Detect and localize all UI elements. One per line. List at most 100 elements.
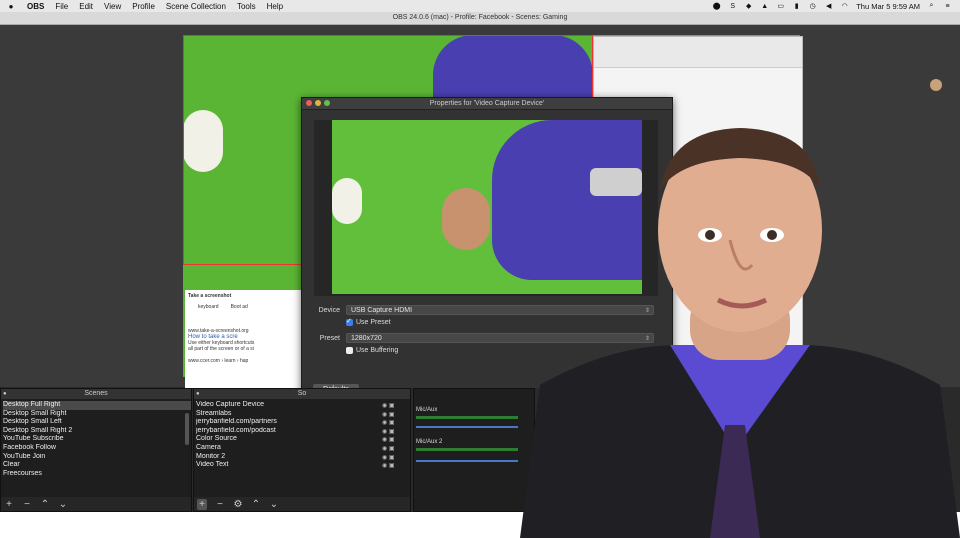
menu-tools[interactable]: Tools bbox=[237, 2, 256, 11]
time-machine-icon[interactable]: ◷ bbox=[808, 2, 817, 10]
source-label: Video Text bbox=[196, 461, 229, 469]
snippet-url-2: www.ccer.com › learn › hap bbox=[188, 358, 249, 364]
menu-scene-collection[interactable]: Scene Collection bbox=[166, 2, 226, 11]
add-source-button[interactable]: + bbox=[197, 498, 207, 510]
remove-scene-button[interactable]: − bbox=[22, 499, 32, 510]
scene-item[interactable]: Freecourses bbox=[3, 470, 191, 479]
avatar[interactable] bbox=[930, 79, 942, 91]
wifi-icon[interactable]: ◠ bbox=[840, 2, 849, 10]
person-head bbox=[442, 188, 490, 250]
source-properties-gear-icon[interactable]: ⚙ bbox=[233, 499, 243, 510]
mixer-channel-label: Mic/Aux 2 bbox=[416, 439, 443, 445]
dropbox-icon[interactable]: ◆ bbox=[744, 2, 753, 10]
sources-list[interactable]: Video Capture Device Streamlabs jerryban… bbox=[194, 399, 410, 470]
presenter-figure bbox=[520, 128, 960, 538]
source-label: Monitor 2 bbox=[196, 452, 226, 460]
audio-mixer-dock: Mic/Aux Mic/Aux 2 bbox=[413, 388, 535, 512]
skype-icon[interactable]: S bbox=[728, 2, 737, 10]
close-window-icon[interactable] bbox=[306, 100, 312, 106]
source-label: Camera bbox=[196, 443, 221, 451]
scene-item[interactable]: Desktop Full Right bbox=[3, 401, 191, 410]
record-icon[interactable]: ⬤ bbox=[712, 2, 721, 10]
source-item[interactable]: Video Text bbox=[196, 461, 410, 470]
eye-icon[interactable]: ◉ ▣ bbox=[382, 411, 395, 420]
scenes-scrollbar[interactable] bbox=[185, 413, 189, 445]
dock-float-icon[interactable]: ● bbox=[196, 389, 200, 399]
source-item[interactable]: Monitor 2 bbox=[196, 453, 410, 462]
snippet-body-2: all part of the screen or of a si bbox=[188, 346, 254, 352]
preset-label: Preset bbox=[319, 334, 340, 342]
eye-icon[interactable]: ◉ ▣ bbox=[382, 402, 395, 411]
menu-help[interactable]: Help bbox=[267, 2, 283, 11]
battery-icon[interactable]: ▮ bbox=[792, 2, 801, 10]
remove-source-button[interactable]: − bbox=[215, 499, 225, 510]
menu-profile[interactable]: Profile bbox=[132, 2, 155, 11]
eye-icon[interactable]: ◉ ▣ bbox=[382, 445, 395, 454]
snippet-col-1: keyboard bbox=[198, 304, 219, 310]
spotlight-icon[interactable]: ⌕ bbox=[927, 2, 936, 10]
menu-view[interactable]: View bbox=[104, 2, 121, 11]
minimize-window-icon[interactable] bbox=[315, 100, 321, 106]
display-icon[interactable]: ▭ bbox=[776, 2, 785, 10]
apple-icon[interactable]: ● bbox=[6, 2, 16, 11]
source-item[interactable]: Video Capture Device bbox=[196, 401, 410, 410]
source-label: jerrybanfield.com/partners bbox=[196, 418, 277, 426]
use-preset-checkbox[interactable] bbox=[346, 317, 353, 326]
sources-toolbar: + − ⚙ ⌃ ⌄ bbox=[194, 497, 410, 511]
add-scene-button[interactable]: + bbox=[4, 499, 14, 510]
scene-item[interactable]: Clear bbox=[3, 461, 191, 470]
notification-center-icon[interactable]: ≡ bbox=[943, 2, 952, 10]
use-buffering-row: Use Buffering bbox=[314, 347, 398, 354]
eye-icon[interactable]: ◉ ▣ bbox=[382, 436, 395, 445]
source-item[interactable]: jerrybanfield.com/podcast bbox=[196, 427, 410, 436]
macos-menu-bar: ● OBS File Edit View Profile Scene Colle… bbox=[0, 0, 960, 12]
source-item[interactable]: jerrybanfield.com/partners bbox=[196, 418, 410, 427]
source-label: jerrybanfield.com/podcast bbox=[196, 426, 276, 434]
scene-item[interactable]: YouTube Join bbox=[3, 453, 191, 462]
mixer-channel-label: Mic/Aux bbox=[416, 407, 438, 413]
eye-icon[interactable]: ◉ ▣ bbox=[382, 428, 395, 437]
visibility-icons: ◉ ▣ ◉ ▣ ◉ ▣ ◉ ▣ ◉ ▣ ◉ ▣ ◉ ▣ ◉ ▣ bbox=[382, 402, 395, 471]
scene-item[interactable]: Desktop Small Left bbox=[3, 418, 191, 427]
move-down-button[interactable]: ⌄ bbox=[269, 499, 279, 510]
eye-icon[interactable]: ◉ ▣ bbox=[382, 454, 395, 463]
dock-float-icon[interactable]: ● bbox=[3, 389, 7, 399]
volume-slider[interactable] bbox=[416, 426, 518, 428]
zoom-window-icon[interactable] bbox=[324, 100, 330, 106]
dialog-titlebar: Properties for 'Video Capture Device' bbox=[302, 98, 672, 110]
menu-edit[interactable]: Edit bbox=[79, 2, 93, 11]
move-up-button[interactable]: ⌃ bbox=[40, 499, 50, 510]
browser-toolbar bbox=[594, 37, 802, 68]
paper-lantern bbox=[332, 178, 362, 224]
dialog-title: Properties for 'Video Capture Device' bbox=[429, 100, 545, 107]
scene-item[interactable]: Facebook Follow bbox=[3, 444, 191, 453]
source-label: Video Capture Device bbox=[196, 401, 264, 408]
volume-slider[interactable] bbox=[416, 460, 518, 462]
use-buffering-checkbox[interactable] bbox=[346, 347, 353, 354]
scenes-list[interactable]: Desktop Full Right Desktop Small Right D… bbox=[1, 399, 191, 478]
menu-app-name[interactable]: OBS bbox=[27, 2, 44, 11]
sources-title: So bbox=[297, 390, 307, 397]
snippet-heading: Take a screenshot bbox=[188, 293, 232, 299]
window-title: OBS 24.0.6 (mac) - Profile: Facebook - S… bbox=[0, 12, 960, 25]
snippet-col-2: Boot ad bbox=[230, 304, 248, 310]
scenes-toolbar: + − ⌃ ⌄ bbox=[1, 497, 191, 511]
eye-icon[interactable]: ◉ ▣ bbox=[382, 419, 395, 428]
source-item[interactable]: Streamlabs bbox=[196, 410, 410, 419]
scene-item[interactable]: Desktop Small Right bbox=[3, 410, 191, 419]
menu-file[interactable]: File bbox=[55, 2, 68, 11]
menu-clock[interactable]: Thu Mar 5 9:59 AM bbox=[856, 2, 920, 11]
drive-icon[interactable]: ▲ bbox=[760, 2, 769, 10]
audio-meter bbox=[416, 416, 518, 419]
use-preset-label: Use Preset bbox=[356, 319, 391, 326]
volume-icon[interactable]: ◀ bbox=[824, 2, 833, 10]
source-item[interactable]: Camera bbox=[196, 444, 410, 453]
eye-icon[interactable]: ◉ ▣ bbox=[382, 462, 395, 471]
scene-item[interactable]: YouTube Subscribe bbox=[3, 435, 191, 444]
move-up-button[interactable]: ⌃ bbox=[251, 499, 261, 510]
audio-meter bbox=[416, 448, 518, 451]
source-item[interactable]: Color Source bbox=[196, 435, 410, 444]
scene-item[interactable]: Desktop Small Right 2 bbox=[3, 427, 191, 436]
device-label: Device bbox=[318, 306, 340, 314]
move-down-button[interactable]: ⌄ bbox=[58, 499, 68, 510]
